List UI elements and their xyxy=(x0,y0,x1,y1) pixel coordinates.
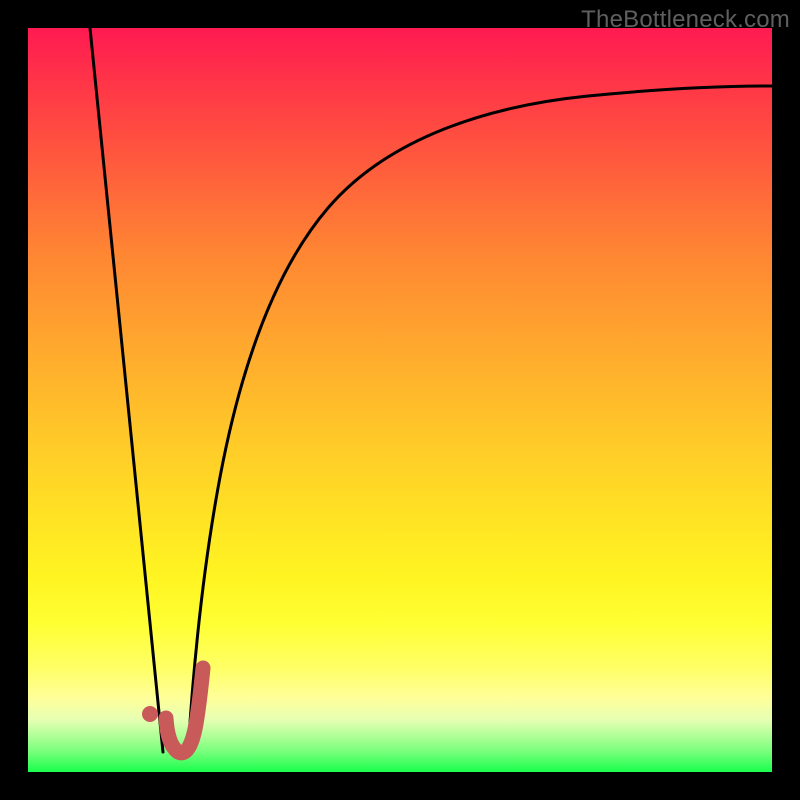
watermark-text: TheBottleneck.com xyxy=(581,6,790,34)
chart-svg xyxy=(28,28,772,772)
hook-marker-dot xyxy=(142,706,158,722)
series-left-line xyxy=(90,28,163,752)
series-right-curve xyxy=(188,86,772,752)
hook-marker xyxy=(166,668,203,753)
